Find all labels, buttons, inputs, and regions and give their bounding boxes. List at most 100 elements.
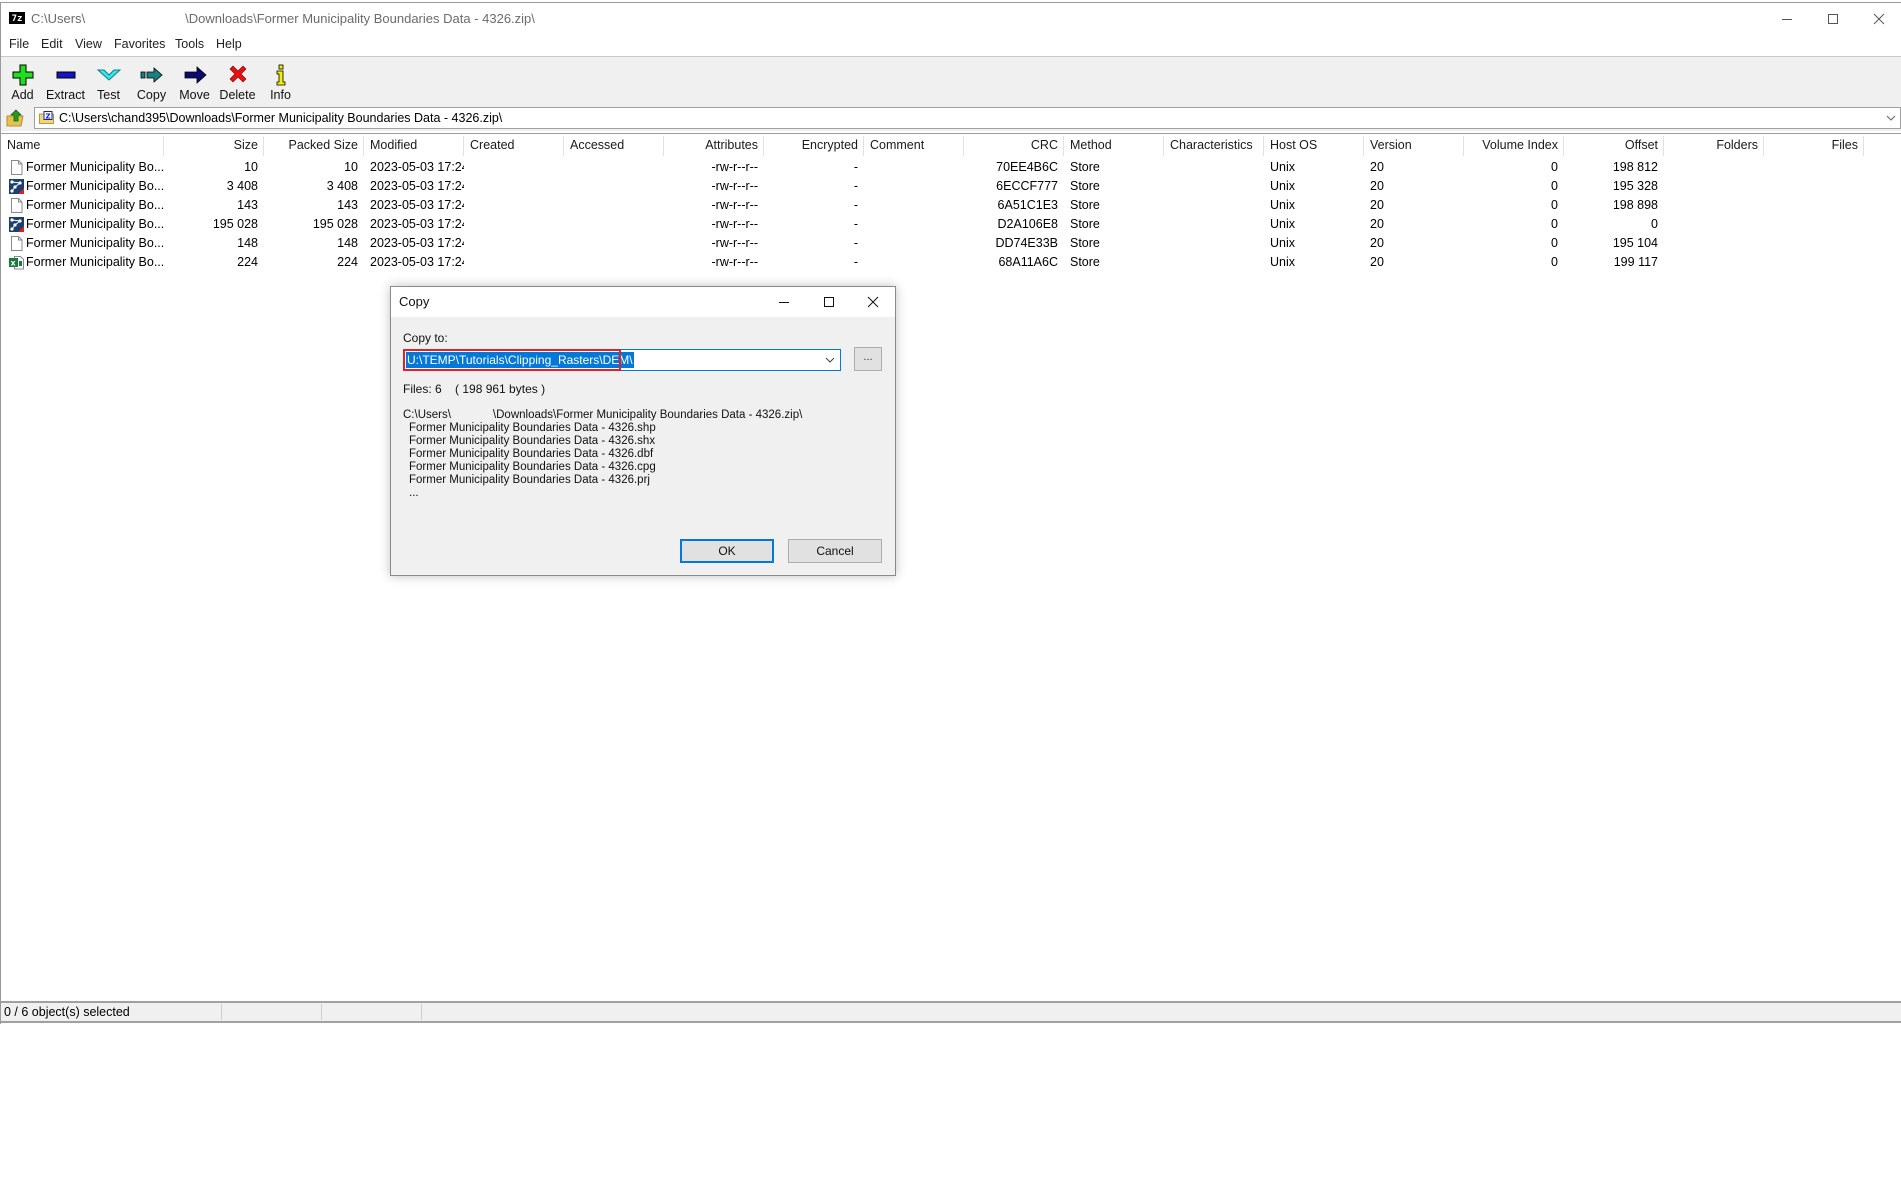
zip-folder-icon: Z	[39, 111, 54, 124]
column-header-accessed[interactable]: Accessed	[564, 134, 664, 156]
test-icon	[97, 64, 121, 86]
cell-comment	[864, 253, 964, 272]
column-header-created[interactable]: Created	[464, 134, 564, 156]
column-divider[interactable]	[1863, 136, 1864, 156]
cell-volume-index: 0	[1464, 234, 1564, 253]
menu-help[interactable]: Help	[216, 37, 242, 51]
cell-volume-index: 0	[1464, 215, 1564, 234]
list-header: NameSizePacked SizeModifiedCreatedAccess…	[1, 134, 1901, 156]
svg-text:Z: Z	[46, 113, 51, 121]
chevron-down-icon[interactable]	[824, 354, 836, 366]
column-header-folders[interactable]: Folders	[1664, 134, 1764, 156]
table-row[interactable]: Former Municipality Bo...1431432023-05-0…	[1, 196, 1901, 215]
cell-size: 224	[164, 253, 264, 272]
column-header-method[interactable]: Method	[1064, 134, 1164, 156]
dialog-title-bar: Copy	[391, 287, 895, 317]
cell-characteristics	[1164, 177, 1264, 196]
add-icon	[12, 64, 34, 86]
maximize-button[interactable]	[1810, 3, 1856, 35]
cell-modified: 2023-05-03 17:24	[364, 253, 464, 272]
cell-files	[1764, 158, 1864, 177]
table-row[interactable]: Former Municipality Bo...3 4083 4082023-…	[1, 177, 1901, 196]
cell-characteristics	[1164, 253, 1264, 272]
cell-accessed	[564, 234, 664, 253]
cell-comment	[864, 158, 964, 177]
cell-version: 20	[1364, 158, 1464, 177]
selection-status: 0 / 6 object(s) selected	[4, 1003, 130, 1021]
address-bar[interactable]: Z C:\Users\chand395\Downloads\Former Mun…	[34, 107, 1901, 129]
menu-file[interactable]: File	[9, 37, 29, 51]
column-header-crc[interactable]: CRC	[964, 134, 1064, 156]
cell-offset: 0	[1564, 215, 1664, 234]
generic-file-icon	[9, 160, 24, 175]
copy-dialog: Copy Copy to: U:\TEMP\Tutorials\Clipping…	[390, 286, 896, 576]
dialog-maximize-button[interactable]	[807, 287, 851, 317]
cell-packed: 3 408	[264, 177, 364, 196]
source-suffix: \Downloads\Former Municipality Boundarie…	[493, 409, 802, 421]
cell-crc: DD74E33B	[964, 234, 1064, 253]
browse-button[interactable]: ...	[854, 347, 882, 371]
cell-attributes: -rw-r--r--	[664, 158, 764, 177]
close-button[interactable]	[1856, 3, 1901, 35]
cell-size: 195 028	[164, 215, 264, 234]
cell-created	[464, 234, 564, 253]
ok-button[interactable]: OK	[680, 539, 774, 563]
cell-name: Former Municipality Bo...	[25, 215, 164, 234]
table-row[interactable]: Former Municipality Bo...10102023-05-03 …	[1, 158, 1901, 177]
menu-tools[interactable]: Tools	[175, 37, 204, 51]
column-header-offset[interactable]: Offset	[1564, 134, 1664, 156]
cell-characteristics	[1164, 234, 1264, 253]
cell-files	[1764, 234, 1864, 253]
cell-packed: 143	[264, 196, 364, 215]
cell-accessed	[564, 196, 664, 215]
column-header-version[interactable]: Version	[1364, 134, 1464, 156]
status-divider	[221, 1004, 222, 1020]
cell-volume-index: 0	[1464, 196, 1564, 215]
window-title: C:\Users\\Downloads\Former Municipality …	[31, 11, 535, 26]
cell-encrypted: -	[764, 234, 864, 253]
dialog-title: Copy	[399, 294, 429, 309]
dialog-file-list: Former Municipality Boundaries Data - 43…	[409, 422, 656, 500]
column-header-host-os[interactable]: Host OS	[1264, 134, 1364, 156]
cell-accessed	[564, 215, 664, 234]
dialog-close-button[interactable]	[851, 287, 895, 317]
cell-comment	[864, 215, 964, 234]
column-header-packed[interactable]: Packed Size	[264, 134, 364, 156]
address-row: Z C:\Users\chand395\Downloads\Former Mun…	[1, 105, 1901, 131]
cell-name: Former Municipality Bo...	[25, 253, 164, 272]
column-header-name[interactable]: Name	[1, 134, 164, 156]
cell-version: 20	[1364, 177, 1464, 196]
cell-modified: 2023-05-03 17:24	[364, 158, 464, 177]
cell-encrypted: -	[764, 215, 864, 234]
menu-view[interactable]: View	[75, 37, 102, 51]
column-header-files[interactable]: Files	[1764, 134, 1864, 156]
status-bar: 0 / 6 object(s) selected	[1, 1001, 1901, 1023]
column-header-size[interactable]: Size	[164, 134, 264, 156]
cancel-button[interactable]: Cancel	[788, 539, 882, 563]
dialog-minimize-button[interactable]	[762, 287, 806, 317]
table-row[interactable]: Former Municipality Bo...1481482023-05-0…	[1, 234, 1901, 253]
delete-icon	[227, 64, 249, 86]
info-button[interactable]: Info	[259, 59, 302, 103]
column-header-modified[interactable]: Modified	[364, 134, 464, 156]
cell-files	[1764, 215, 1864, 234]
cell-method: Store	[1064, 215, 1164, 234]
cell-accessed	[564, 177, 664, 196]
status-divider	[421, 1004, 422, 1020]
cell-crc: 68A11A6C	[964, 253, 1064, 272]
table-row[interactable]: Former Municipality Bo...195 028195 0282…	[1, 215, 1901, 234]
menu-favorites[interactable]: Favorites	[114, 37, 165, 51]
address-dropdown-icon[interactable]	[1884, 111, 1898, 125]
cell-characteristics	[1164, 196, 1264, 215]
minimize-button[interactable]	[1764, 3, 1810, 35]
column-header-comment[interactable]: Comment	[864, 134, 964, 156]
menu-edit[interactable]: Edit	[41, 37, 63, 51]
copy-to-combobox[interactable]: U:\TEMP\Tutorials\Clipping_Rasters\DEM\	[403, 349, 841, 371]
column-header-attributes[interactable]: Attributes	[664, 134, 764, 156]
up-folder-button[interactable]	[5, 108, 27, 128]
column-header-encrypted[interactable]: Encrypted	[764, 134, 864, 156]
maximize-icon	[823, 296, 835, 308]
column-header-volume-index[interactable]: Volume Index	[1464, 134, 1564, 156]
table-row[interactable]: xFormer Municipality Bo...2242242023-05-…	[1, 253, 1901, 272]
column-header-characteristics[interactable]: Characteristics	[1164, 134, 1264, 156]
